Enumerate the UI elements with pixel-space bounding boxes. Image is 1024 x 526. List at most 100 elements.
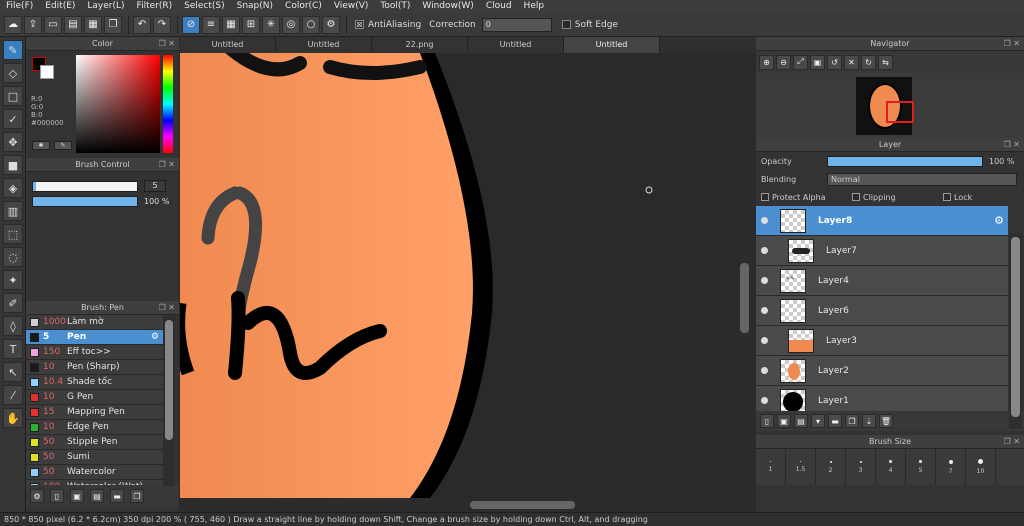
- snap-parallel-icon[interactable]: ≡: [202, 15, 220, 34]
- select-eraser-icon[interactable]: ◊: [3, 316, 23, 336]
- brush-item[interactable]: 1000 Làm mờ: [26, 315, 163, 330]
- text-tool-icon[interactable]: T: [3, 339, 23, 359]
- gear-icon[interactable]: ⚙: [151, 332, 159, 342]
- canvas-vscroll-thumb[interactable]: [740, 263, 749, 333]
- brush-size-preset[interactable]: 3: [846, 449, 876, 485]
- layer-opacity-slider[interactable]: [827, 155, 983, 167]
- layer-row[interactable]: Layer7: [756, 236, 1008, 266]
- open-file-icon[interactable]: ▤: [64, 15, 82, 34]
- brush-tool-icon[interactable]: ✎: [3, 40, 23, 60]
- layer-row[interactable]: Layer8 ⚙: [756, 206, 1008, 236]
- tab-untitled-3[interactable]: Untitled: [468, 37, 564, 53]
- new-brush-icon[interactable]: ▯: [50, 489, 64, 503]
- brush-size-preset[interactable]: 4: [876, 449, 906, 485]
- brush-list-scroll-thumb[interactable]: [165, 320, 173, 440]
- canvas-vscroll[interactable]: [737, 53, 751, 498]
- menu-snap[interactable]: Snap(N): [231, 0, 279, 13]
- gear-icon[interactable]: ⚙: [994, 214, 1004, 227]
- rotate-reset-icon[interactable]: ✕: [844, 54, 859, 70]
- color-palette-button[interactable]: ✱: [32, 141, 50, 150]
- layer-row[interactable]: ✎✎ Layer4: [756, 266, 1008, 296]
- tab-untitled-2[interactable]: Untitled: [276, 37, 372, 53]
- select-pen-icon[interactable]: ✓: [3, 109, 23, 129]
- color-dropper-button[interactable]: ✎: [54, 141, 72, 150]
- brush-item[interactable]: 50 Stipple Pen: [26, 435, 163, 450]
- brush-item[interactable]: 10 G Pen: [26, 390, 163, 405]
- tab-untitled-1[interactable]: Untitled: [180, 37, 276, 53]
- brush-size-preset[interactable]: 1.5: [786, 449, 816, 485]
- protect-alpha-checkbox[interactable]: [761, 193, 769, 201]
- panel-float-icon[interactable]: ❐ ✕: [159, 301, 175, 315]
- background-color-swatch[interactable]: [40, 65, 54, 79]
- brush-size-preset[interactable]: 10: [966, 449, 996, 485]
- new-layer-icon[interactable]: ▯: [760, 414, 774, 428]
- redo-icon[interactable]: ↷: [153, 15, 171, 34]
- menu-file[interactable]: File(F): [0, 0, 39, 13]
- snap-settings-icon[interactable]: ⚙: [322, 15, 340, 34]
- new-8bit-layer-icon[interactable]: ▤: [794, 414, 808, 428]
- brush-copy-icon[interactable]: ▣: [70, 489, 84, 503]
- layer-row[interactable]: Layer2: [756, 356, 1008, 386]
- select-pen-2-icon[interactable]: ✐: [3, 293, 23, 313]
- snap-off-icon[interactable]: ⊘: [182, 15, 200, 34]
- delete-layer-icon[interactable]: 🗑: [879, 414, 893, 428]
- flip-icon[interactable]: ⇆: [878, 54, 893, 70]
- rotate-left-icon[interactable]: ↺: [827, 54, 842, 70]
- merge-layer-icon[interactable]: ⇣: [862, 414, 876, 428]
- tab-22-png[interactable]: 22.png: [372, 37, 468, 53]
- menu-help[interactable]: Help: [518, 0, 551, 13]
- layer-row[interactable]: Layer3: [756, 326, 1008, 356]
- save-icon[interactable]: ▦: [84, 15, 102, 34]
- brush-list-scrollbar[interactable]: [163, 316, 175, 486]
- zoom-in-icon[interactable]: ⊕: [759, 54, 774, 70]
- snap-radial-icon[interactable]: ✳: [262, 15, 280, 34]
- brush-item[interactable]: 100Watercolor (Wet): [26, 480, 163, 485]
- tab-untitled-active[interactable]: Untitled: [564, 37, 660, 53]
- brush-item[interactable]: 50 Watercolor: [26, 465, 163, 480]
- canvas-hscroll[interactable]: [180, 498, 737, 512]
- layer-list-scrollbar[interactable]: [1009, 233, 1022, 429]
- duplicate-layer-icon[interactable]: ❐: [845, 414, 859, 428]
- snap-grid-icon[interactable]: ▦: [222, 15, 240, 34]
- menu-window[interactable]: Window(W): [416, 0, 479, 13]
- brush-item[interactable]: 10 Pen (Sharp): [26, 360, 163, 375]
- export-icon[interactable]: ⇪: [24, 15, 42, 34]
- fit-icon[interactable]: ⤢: [793, 54, 808, 70]
- brush-size-slider[interactable]: [32, 180, 138, 192]
- brush-page-icon[interactable]: ▤: [90, 489, 104, 503]
- new-folder-icon[interactable]: ▬: [828, 414, 842, 428]
- panel-float-icon[interactable]: ❐ ✕: [1004, 37, 1020, 51]
- magic-wand-icon[interactable]: ✦: [3, 270, 23, 290]
- brush-item[interactable]: 10 Edge Pen: [26, 420, 163, 435]
- menu-tool[interactable]: Tool(T): [374, 0, 416, 13]
- zoom-out-icon[interactable]: ⊖: [776, 54, 791, 70]
- bucket-tool-icon[interactable]: ◈: [3, 178, 23, 198]
- brush-duplicate-icon[interactable]: ❐: [130, 489, 144, 503]
- eye-icon[interactable]: [761, 277, 768, 284]
- operation-tool-icon[interactable]: ↖: [3, 362, 23, 382]
- panel-float-icon[interactable]: ❐ ✕: [1004, 138, 1020, 152]
- gradient-tool-icon[interactable]: ▥: [3, 201, 23, 221]
- drawing-canvas[interactable]: [180, 53, 737, 498]
- brush-item[interactable]: 5 Pen ⚙: [26, 330, 163, 345]
- eraser-tool-icon[interactable]: ◇: [3, 63, 23, 83]
- pan-hand-icon[interactable]: ✋: [3, 408, 23, 428]
- dropper-tool-icon[interactable]: ⁄: [3, 385, 23, 405]
- brush-item[interactable]: 10.4 Shade tốc: [26, 375, 163, 390]
- blending-select[interactable]: Normal: [827, 172, 1017, 186]
- layer-row[interactable]: Layer1: [756, 386, 1008, 411]
- eye-icon[interactable]: [761, 307, 768, 314]
- eye-icon[interactable]: [761, 397, 768, 404]
- menu-view[interactable]: View(V): [328, 0, 375, 13]
- brush-settings-icon[interactable]: ⚙: [30, 489, 44, 503]
- eye-icon[interactable]: [761, 247, 768, 254]
- fill-rect-icon[interactable]: ■: [3, 155, 23, 175]
- navigator-viewport-box[interactable]: [886, 101, 914, 123]
- comment-icon[interactable]: ▭: [44, 15, 62, 34]
- brush-folder-icon[interactable]: ▬: [110, 489, 124, 503]
- panel-float-icon[interactable]: ❐ ✕: [159, 158, 175, 172]
- actual-size-icon[interactable]: ▣: [810, 54, 825, 70]
- menu-color[interactable]: Color(C): [279, 0, 328, 13]
- lasso-tool-icon[interactable]: ◌: [3, 247, 23, 267]
- rotate-right-icon[interactable]: ↻: [861, 54, 876, 70]
